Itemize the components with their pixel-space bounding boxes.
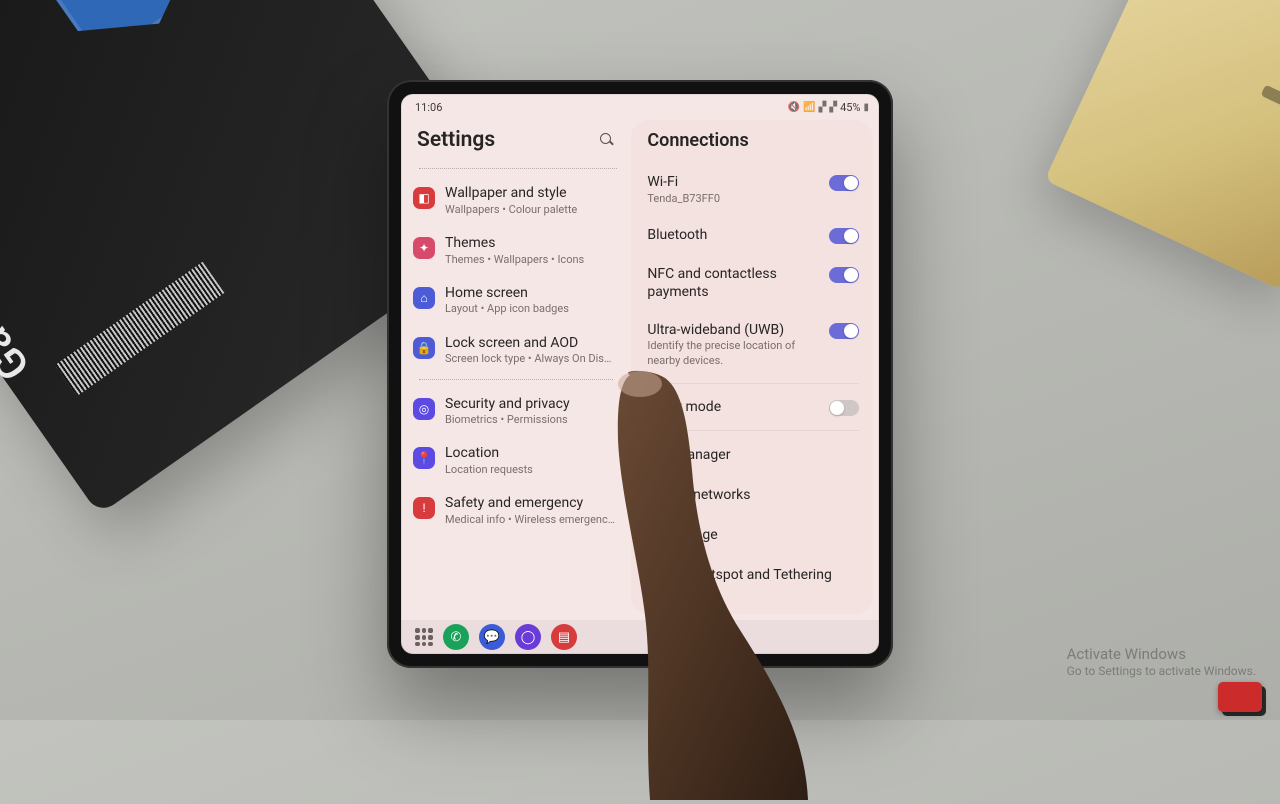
category-subtitle: Location requests [445, 463, 533, 477]
category-title: Security and privacy [445, 396, 570, 414]
panel-title: Connections [647, 130, 859, 151]
category-icon: ! [413, 497, 435, 519]
browser-app-icon[interactable]: ◯ [515, 624, 541, 650]
search-icon[interactable] [597, 130, 617, 150]
signal-icon: ▞ [819, 102, 827, 113]
phone-app-icon[interactable]: ✆ [443, 624, 469, 650]
watermark-line2: Go to Settings to activate Windows. [1067, 664, 1256, 680]
settings-category-item[interactable]: ◧ Wallpaper and styleWallpapers • Colour … [411, 177, 621, 227]
category-subtitle: Medical info • Wireless emergency alerts [445, 513, 615, 527]
barcode-icon [55, 262, 224, 396]
signal-icon-2: ▞ [829, 102, 837, 113]
messages-app-icon[interactable]: 💬 [479, 624, 505, 650]
product-box-brand: Galaxy Z Fold6 [0, 122, 40, 389]
row-title: Ultra-wideband (UWB) [647, 321, 819, 339]
taskbar: ✆ 💬 ◯ ▤ [401, 620, 879, 654]
windows-activation-watermark: Activate Windows Go to Settings to activ… [1067, 645, 1256, 680]
connection-link-row[interactable]: SIM manager [647, 435, 859, 475]
category-icon: ✦ [413, 237, 435, 259]
connection-link-row[interactable]: Mobile networks [647, 475, 859, 515]
row-title: NFC and contactless payments [647, 265, 819, 301]
category-icon: ◧ [413, 187, 435, 209]
category-subtitle: Themes • Wallpapers • Icons [445, 253, 584, 267]
device-frame: 11:06 🔇 📶 ▞ ▞ 45% ▮ Settings ◧ Wallpaper … [387, 80, 893, 668]
toggle-switch[interactable] [829, 267, 859, 283]
category-icon: ◎ [413, 398, 435, 420]
watermark-line1: Activate Windows [1067, 645, 1256, 665]
connection-link-row[interactable]: Mobile Hotspot and Tethering [647, 555, 859, 595]
category-title: Lock screen and AOD [445, 335, 615, 353]
divider [647, 430, 859, 431]
connection-toggle-row[interactable]: Bluetooth [647, 216, 859, 254]
wood-block [1045, 0, 1280, 290]
divider [647, 383, 859, 384]
battery-icon: ▮ [863, 102, 869, 113]
news-app-icon[interactable]: ▤ [551, 624, 577, 650]
connection-link-row[interactable]: Data usage [647, 515, 859, 555]
category-title: Home screen [445, 285, 569, 303]
category-subtitle: Wallpapers • Colour palette [445, 203, 577, 217]
category-title: Wallpaper and style [445, 185, 577, 203]
category-icon: ⌂ [413, 287, 435, 309]
category-title: Safety and emergency [445, 495, 615, 513]
toggle-switch[interactable] [829, 175, 859, 191]
subscribe-badge-icon [1218, 682, 1262, 712]
connection-toggle-row[interactable]: Flight mode [647, 388, 859, 426]
category-title: Location [445, 445, 533, 463]
settings-category-item[interactable]: ◎ Security and privacyBiometrics • Permis… [411, 388, 621, 438]
device-screen: 11:06 🔇 📶 ▞ ▞ 45% ▮ Settings ◧ Wallpaper … [401, 94, 879, 654]
toggle-switch[interactable] [829, 228, 859, 244]
connection-toggle-row[interactable]: Wi-FiTenda_B73FF0 [647, 163, 859, 216]
settings-title: Settings [417, 128, 495, 152]
toggle-switch[interactable] [829, 400, 859, 416]
row-title: Flight mode [647, 398, 819, 416]
settings-category-item[interactable]: ! Safety and emergencyMedical info • Wire… [411, 487, 621, 537]
category-title: Themes [445, 235, 584, 253]
status-bar: 11:06 🔇 📶 ▞ ▞ 45% ▮ [401, 94, 879, 118]
row-subtitle: Identify the precise location of nearby … [647, 339, 819, 369]
detail-panel: Connections Wi-FiTenda_B73FF0 Bluetooth NF… [631, 120, 873, 614]
settings-category-list: ◧ Wallpaper and styleWallpapers • Colour … [411, 177, 625, 620]
apps-grid-icon[interactable] [415, 628, 433, 646]
row-subtitle: Tenda_B73FF0 [647, 192, 819, 207]
settings-category-item[interactable]: ✦ ThemesThemes • Wallpapers • Icons [411, 227, 621, 277]
settings-category-item[interactable]: 📍 LocationLocation requests [411, 437, 621, 487]
category-icon: 🔒 [413, 337, 435, 359]
connection-toggle-row[interactable]: NFC and contactless payments [647, 255, 859, 311]
divider [419, 379, 613, 380]
connections-list: Wi-FiTenda_B73FF0 Bluetooth NFC and contac… [647, 163, 859, 595]
category-subtitle: Layout • App icon badges [445, 302, 569, 316]
status-right: 🔇 📶 ▞ ▞ 45% ▮ [788, 101, 869, 114]
wifi-icon: 📶 [803, 102, 815, 113]
settings-category-item[interactable]: 🔒 Lock screen and AODScreen lock type • A… [411, 327, 621, 377]
status-time: 11:06 [415, 101, 442, 114]
battery-percent: 45% [840, 101, 860, 114]
row-title: Wi-Fi [647, 173, 819, 191]
divider [419, 168, 617, 169]
category-subtitle: Biometrics • Permissions [445, 413, 570, 427]
settings-category-item[interactable]: ⌂ Home screenLayout • App icon badges [411, 277, 621, 327]
row-title: Bluetooth [647, 226, 819, 244]
connection-toggle-row[interactable]: Ultra-wideband (UWB)Identify the precise… [647, 311, 859, 379]
warranty-badge: MONTHS WARRANTY FOR AFRICA [8, 0, 217, 64]
toggle-switch[interactable] [829, 323, 859, 339]
settings-nav-column: Settings ◧ Wallpaper and styleWallpapers … [407, 118, 625, 620]
mute-icon: 🔇 [788, 102, 800, 113]
category-subtitle: Screen lock type • Always On Display [445, 352, 615, 366]
category-icon: 📍 [413, 447, 435, 469]
